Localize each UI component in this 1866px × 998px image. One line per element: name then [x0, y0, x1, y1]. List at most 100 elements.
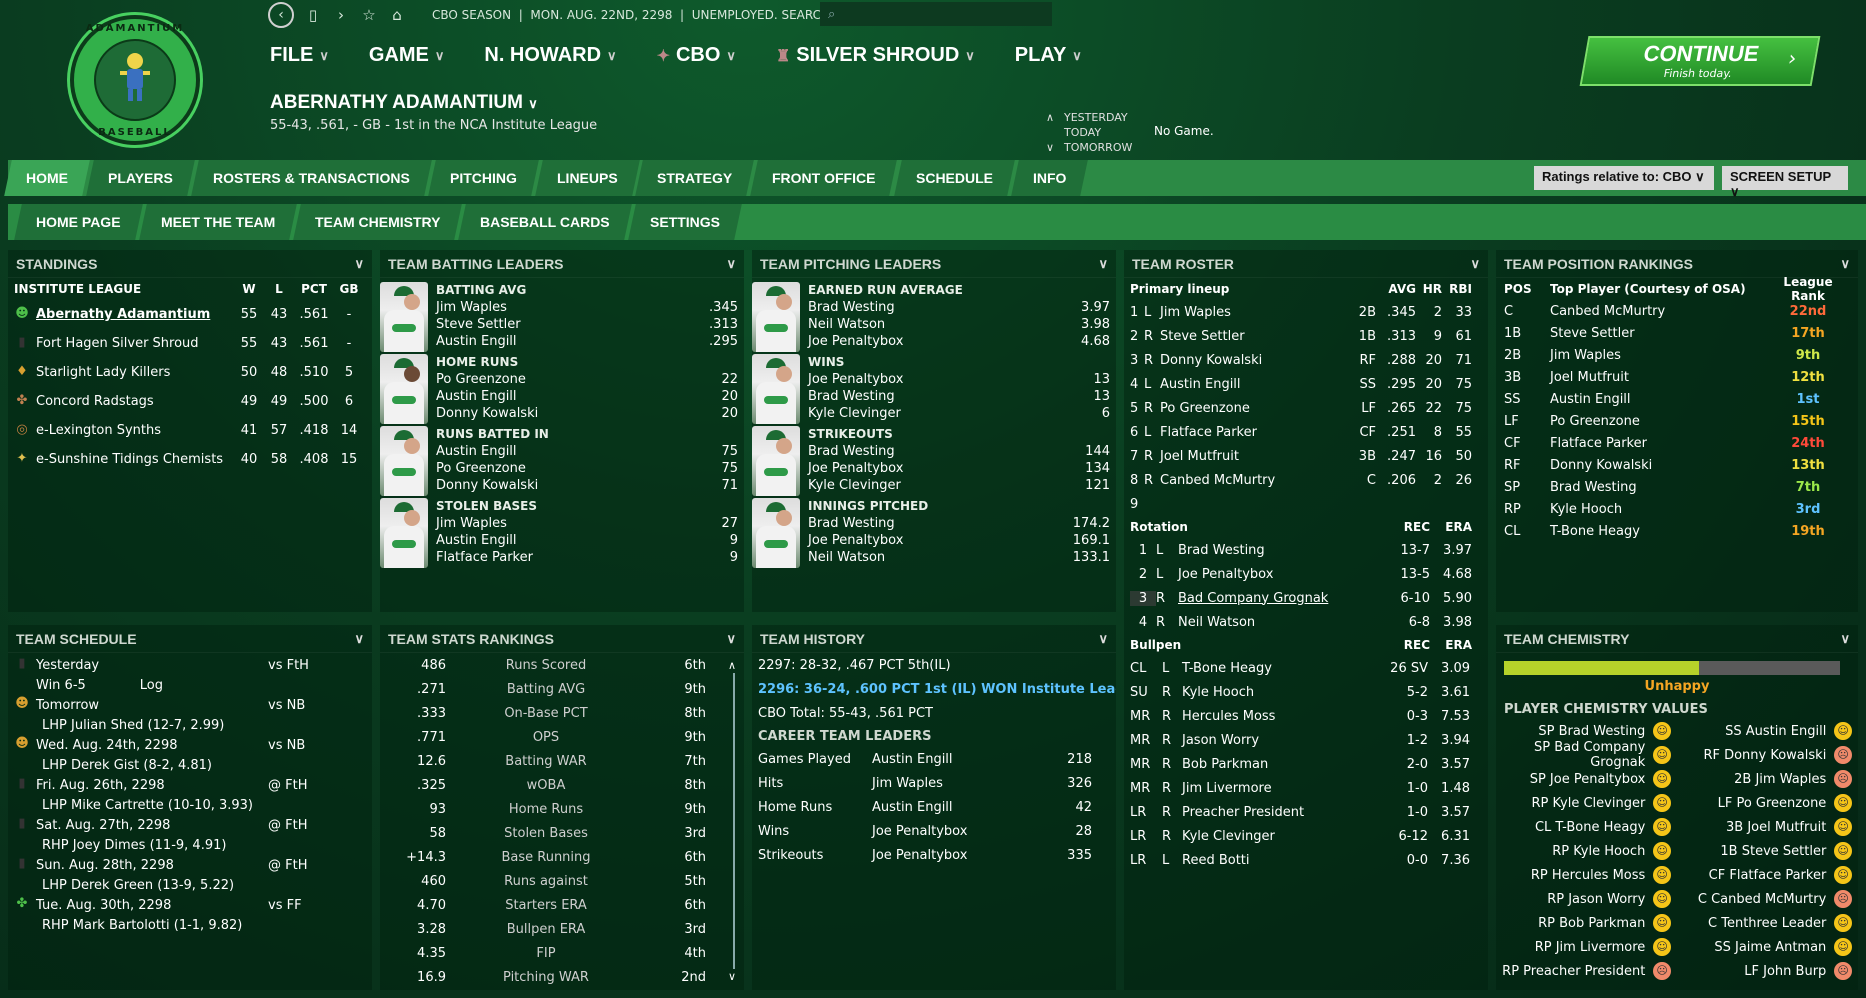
team-name-link[interactable]: Concord Radstags — [36, 394, 154, 409]
leader-name[interactable]: Neil Watson — [808, 549, 885, 566]
leader-name[interactable]: Austin Engill — [436, 443, 517, 460]
player-portrait[interactable] — [752, 354, 800, 424]
subtab-meet-the-team[interactable]: MEET THE TEAM — [138, 204, 297, 240]
page-icon[interactable]: ▯ — [304, 6, 322, 24]
probable-starter[interactable]: LHP Derek Gist (8-2, 4.81) — [8, 755, 372, 775]
schedule-row[interactable]: ☻ Wed. Aug. 24th, 2298 vs NB — [8, 735, 372, 755]
leader-row[interactable]: Austin Engill 75 — [436, 443, 744, 460]
lineup-row[interactable]: 5 R Po Greenzone LF .265 22 75 — [1124, 396, 1488, 420]
stat-ranking-row[interactable]: 93 Home Runs 9th — [380, 797, 744, 821]
chevron-down-icon[interactable]: ∨ — [1470, 256, 1480, 272]
rotation-row[interactable]: 2 L Joe Penaltybox 13-5 4.68 — [1124, 562, 1488, 586]
today-link[interactable]: TODAY — [1046, 125, 1132, 140]
leader-name[interactable]: Po Greenzone — [436, 460, 526, 477]
bullpen-row[interactable]: MR R Hercules Moss 0-3 7.53 — [1124, 704, 1488, 728]
subtab-home-page[interactable]: HOME PAGE — [14, 204, 143, 240]
home-icon[interactable]: ⌂ — [388, 6, 406, 24]
position-ranking-row[interactable]: RF Donny Kowalski 13th — [1496, 454, 1858, 476]
stat-ranking-row[interactable]: 4.35 FIP 4th — [380, 941, 744, 965]
standings-row[interactable]: ☻ Abernathy Adamantium 55 43 .561 - — [8, 300, 372, 329]
player-portrait[interactable] — [380, 282, 428, 352]
bullpen-row[interactable]: MR R Bob Parkman 2-0 3.57 — [1124, 752, 1488, 776]
scroll-down-icon[interactable]: ∨ — [728, 970, 736, 983]
leader-row[interactable]: Neil Watson 3.98 — [808, 316, 1116, 333]
player-name[interactable]: Flatface Parker — [1160, 425, 1346, 440]
standings-row[interactable]: ✤ Concord Radstags 49 49 .500 6 — [8, 387, 372, 416]
leader-name[interactable]: Joe Penaltybox — [808, 333, 903, 350]
player-name[interactable]: Brad Westing — [1550, 480, 1770, 495]
chevron-down-icon[interactable]: ∨ — [1840, 631, 1850, 647]
standings-row[interactable]: ✦ e-Sunshine Tidings Chemists 40 58 .408 15 — [8, 445, 372, 474]
player-name[interactable]: Canbed McMurtry — [1550, 304, 1770, 319]
player-portrait[interactable] — [380, 426, 428, 496]
leader-name[interactable]: Jim Waples — [436, 299, 507, 316]
stat-ranking-row[interactable]: 460 Runs against 5th — [380, 869, 744, 893]
player-name[interactable]: Jim Livermore — [1182, 781, 1366, 796]
chevron-down-icon[interactable]: ∨ — [1098, 631, 1108, 647]
standings-row[interactable]: ▮ Fort Hagen Silver Shroud 55 43 .561 - — [8, 329, 372, 358]
leader-row[interactable]: Steve Settler .313 — [436, 316, 744, 333]
menu-league[interactable]: ✦ CBO ∨ — [657, 44, 736, 67]
leader-name[interactable]: Brad Westing — [808, 299, 895, 316]
menu-game[interactable]: GAME ∨ — [369, 44, 445, 67]
stat-ranking-row[interactable]: 486 Runs Scored 6th — [380, 653, 744, 677]
chevron-down-icon[interactable]: ∨ — [726, 631, 736, 647]
tab-strategy[interactable]: STRATEGY — [635, 160, 755, 196]
chevron-down-icon[interactable]: ∨ — [1840, 256, 1850, 272]
chevron-down-icon[interactable]: ∨ — [528, 96, 538, 111]
stat-ranking-row[interactable]: 12.6 Batting WAR 7th — [380, 749, 744, 773]
leader-name[interactable]: Donny Kowalski — [436, 405, 538, 422]
player-chemistry-name[interactable]: SS Austin Engill — [1677, 724, 1826, 739]
chevron-down-icon[interactable]: ∨ — [354, 256, 364, 272]
leader-row[interactable]: Jim Waples .345 — [436, 299, 744, 316]
position-ranking-row[interactable]: 3B Joel Mutfruit 12th — [1496, 366, 1858, 388]
team-name-link[interactable]: Abernathy Adamantium — [36, 307, 210, 322]
player-name[interactable]: Brad Westing — [1178, 543, 1368, 558]
leader-row[interactable]: Kyle Clevinger 121 — [808, 477, 1116, 494]
stat-ranking-row[interactable]: 4.70 Starters ERA 6th — [380, 893, 744, 917]
player-name[interactable]: Neil Watson — [1178, 615, 1368, 630]
bullpen-row[interactable]: SU R Kyle Hooch 5-2 3.61 — [1124, 680, 1488, 704]
team-name-link[interactable]: e-Sunshine Tidings Chemists — [36, 452, 223, 467]
subtab-team-chemistry[interactable]: TEAM CHEMISTRY — [293, 204, 463, 240]
player-name[interactable]: Joe Penaltybox — [1178, 567, 1368, 582]
player-chemistry-name[interactable]: SP Joe Penaltybox — [1496, 772, 1646, 787]
player-chemistry-name[interactable]: RP Hercules Moss — [1496, 868, 1645, 883]
player-chemistry-name[interactable]: LF John Burp — [1677, 964, 1826, 979]
player-name[interactable]: T-Bone Heagy — [1550, 524, 1770, 539]
stat-ranking-row[interactable]: 3.28 Bullpen ERA 3rd — [380, 917, 744, 941]
player-name[interactable]: Austin Engill — [872, 800, 1042, 815]
rotation-row[interactable]: 4 R Neil Watson 6-8 3.98 — [1124, 610, 1488, 634]
career-leader-row[interactable]: Games Played Austin Engill 218 — [752, 747, 1116, 771]
lineup-row[interactable]: 2 R Steve Settler 1B .313 9 61 — [1124, 324, 1488, 348]
screen-setup-dropdown[interactable]: SCREEN SETUP ∨ — [1722, 166, 1848, 199]
position-ranking-row[interactable]: CF Flatface Parker 24th — [1496, 432, 1858, 454]
subtab-settings[interactable]: SETTINGS — [628, 204, 742, 240]
tab-lineups[interactable]: LINEUPS — [534, 160, 640, 196]
lineup-row[interactable]: 4 L Austin Engill SS .295 20 75 — [1124, 372, 1488, 396]
player-chemistry-name[interactable]: CL T-Bone Heagy — [1496, 820, 1645, 835]
bullpen-row[interactable]: LR L Reed Botti 0-0 7.36 — [1124, 848, 1488, 872]
schedule-row[interactable]: ▮ Sat. Aug. 27th, 2298 @ FtH — [8, 815, 372, 835]
career-leader-row[interactable]: Hits Jim Waples 326 — [752, 771, 1116, 795]
player-portrait[interactable] — [752, 498, 800, 568]
lineup-row[interactable]: 1 L Jim Waples 2B .345 2 33 — [1124, 300, 1488, 324]
leader-row[interactable]: Joe Penaltybox 4.68 — [808, 333, 1116, 350]
team-name-link[interactable]: Fort Hagen Silver Shroud — [36, 336, 199, 351]
career-leader-row[interactable]: Strikeouts Joe Penaltybox 335 — [752, 843, 1116, 867]
schedule-row[interactable]: ▮ Sun. Aug. 28th, 2298 @ FtH — [8, 855, 372, 875]
leader-name[interactable]: Kyle Clevinger — [808, 405, 901, 422]
position-ranking-row[interactable]: SP Brad Westing 7th — [1496, 476, 1858, 498]
leader-name[interactable]: Brad Westing — [808, 515, 895, 532]
player-name[interactable]: Austin Engill — [872, 752, 1042, 767]
tab-front-office[interactable]: FRONT OFFICE — [750, 160, 898, 196]
probable-starter[interactable]: LHP Mike Cartrette (10-10, 3.93) — [8, 795, 372, 815]
leader-name[interactable]: Donny Kowalski — [436, 477, 538, 494]
leader-name[interactable]: Steve Settler — [436, 316, 521, 333]
lineup-row[interactable]: 3 R Donny Kowalski RF .288 20 71 — [1124, 348, 1488, 372]
player-name[interactable]: Preacher President — [1182, 805, 1366, 820]
leader-row[interactable]: Austin Engill 9 — [436, 532, 744, 549]
leader-row[interactable]: Neil Watson 133.1 — [808, 549, 1116, 566]
leader-name[interactable]: Po Greenzone — [436, 371, 526, 388]
stat-ranking-row[interactable]: .771 OPS 9th — [380, 725, 744, 749]
